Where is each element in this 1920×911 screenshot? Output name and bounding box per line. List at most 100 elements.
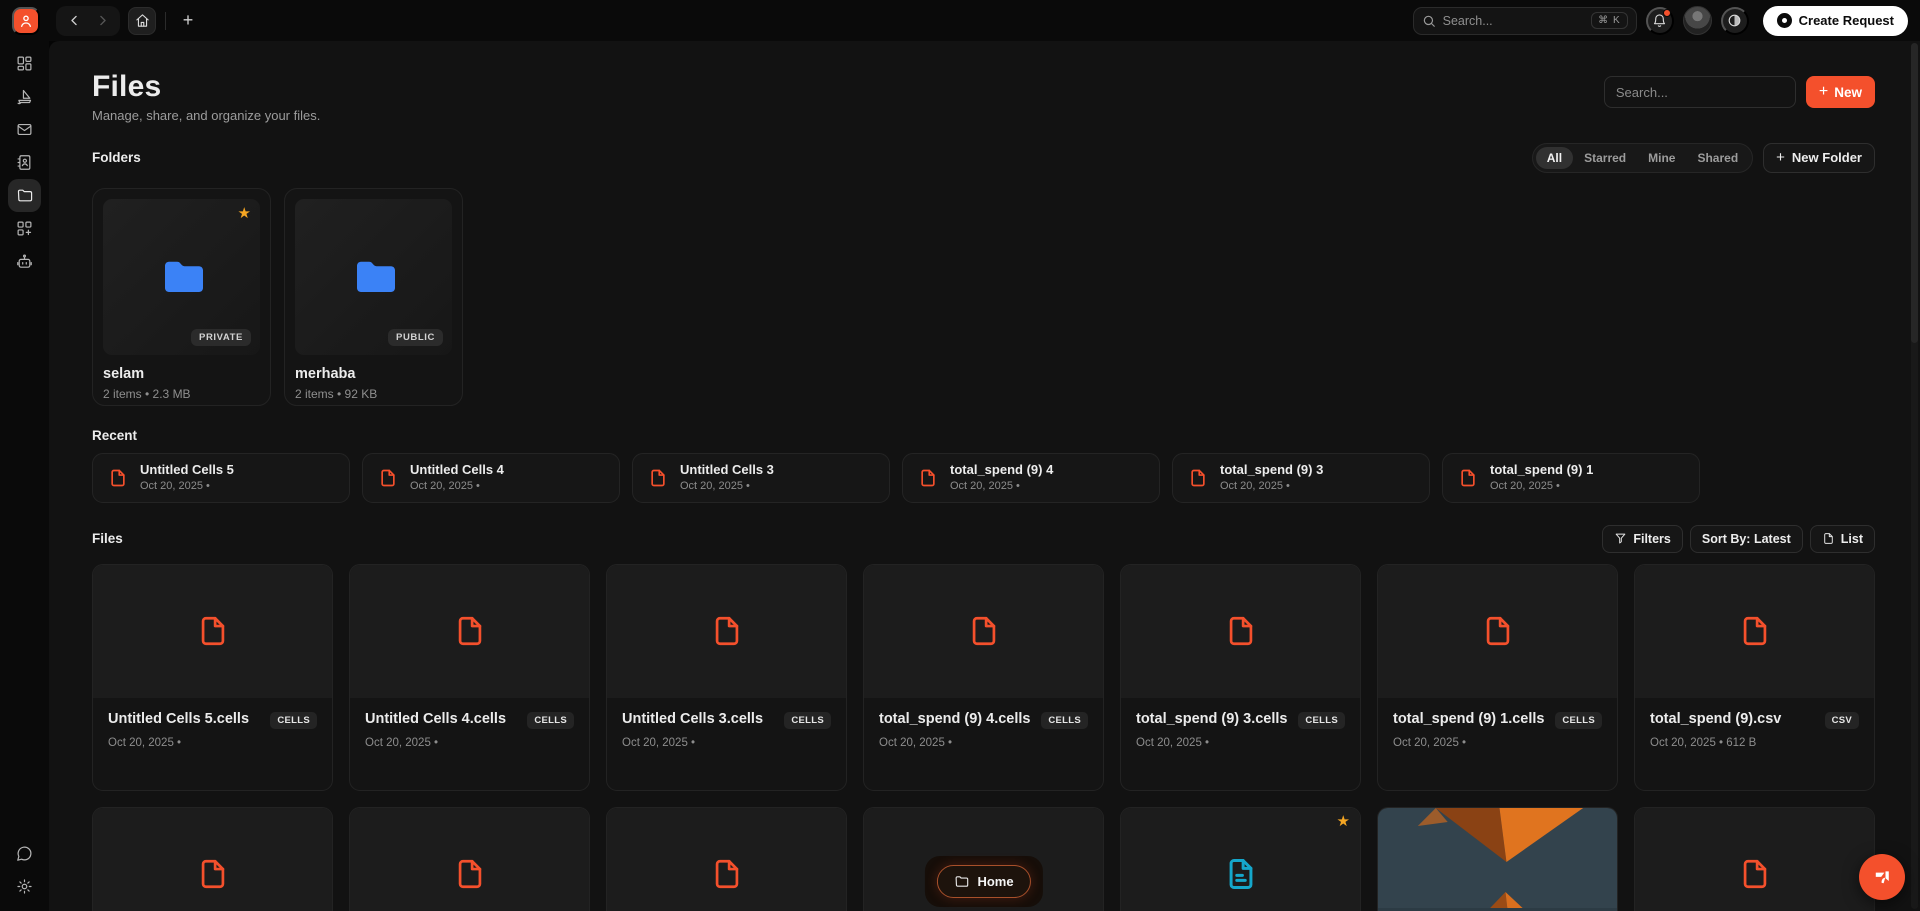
global-search[interactable]: ⌘ K <box>1412 6 1637 35</box>
recent-item[interactable]: total_spend (9) 3 Oct 20, 2025 • <box>1172 452 1430 503</box>
global-search-input[interactable] <box>1442 13 1585 28</box>
file-title: Untitled Cells 3.cells <box>622 710 764 727</box>
star-icon[interactable]: ★ <box>238 206 251 221</box>
file-type-badge: CELLS <box>270 711 317 729</box>
filter-starred[interactable]: Starred <box>1573 147 1637 169</box>
filter-all[interactable]: All <box>1535 146 1574 169</box>
shortcut-badge: ⌘ K <box>1591 12 1628 29</box>
file-card[interactable] <box>606 806 847 911</box>
create-request-label: Create Request <box>1798 13 1894 28</box>
history-nav <box>56 5 120 36</box>
filter-shared[interactable]: Shared <box>1686 147 1749 169</box>
theme-toggle-button[interactable] <box>1720 6 1749 35</box>
file-thumbnail <box>1635 564 1874 698</box>
file-icon <box>648 468 668 488</box>
recent-item[interactable]: Untitled Cells 5 Oct 20, 2025 • <box>92 452 350 503</box>
visibility-badge: PRIVATE <box>191 328 251 346</box>
recent-item-date: Oct 20, 2025 • <box>680 480 750 493</box>
file-card-starred[interactable]: ★ <box>1120 806 1361 911</box>
file-thumbnail <box>1121 564 1360 698</box>
sidebar-item-assistant[interactable] <box>8 245 41 278</box>
star-icon[interactable]: ★ <box>1337 814 1350 829</box>
sidebar-item-dashboard[interactable] <box>8 47 41 80</box>
plus-icon: + <box>182 10 194 30</box>
sidebar-item-settings[interactable] <box>8 870 41 903</box>
sort-button[interactable]: Sort By: Latest <box>1689 524 1803 553</box>
home-tab-button[interactable] <box>128 6 156 35</box>
new-button[interactable]: + New <box>1805 76 1875 108</box>
file-card[interactable]: total_spend (9) 1.cells CELLS Oct 20, 2025… <box>1377 563 1618 791</box>
mail-icon <box>16 121 33 138</box>
file-card[interactable] <box>1634 806 1875 911</box>
user-icon <box>18 13 34 29</box>
recent-item-date: Oct 20, 2025 • <box>1490 480 1560 493</box>
file-card[interactable] <box>349 806 590 911</box>
file-card[interactable]: Untitled Cells 3.cells CELLS Oct 20, 2025 … <box>606 563 847 791</box>
brand-logo-icon <box>1871 866 1893 888</box>
folder-meta: 2 items • 2.3 MB <box>103 386 191 401</box>
file-date: Oct 20, 2025 • <box>1393 736 1467 749</box>
file-thumbnail <box>1121 807 1360 911</box>
folder-thumbnail: ★ PRIVATE <box>103 198 260 355</box>
file-icon <box>1738 857 1772 891</box>
sidebar-item-mail[interactable] <box>8 113 41 146</box>
file-type-badge: CELLS <box>527 711 574 729</box>
file-icon <box>196 614 230 648</box>
file-title: total_spend (9) 4.cells <box>879 710 1031 727</box>
files-search[interactable] <box>1603 76 1796 108</box>
file-thumbnail <box>350 807 589 911</box>
image-thumbnail <box>1378 807 1617 911</box>
scrollbar[interactable] <box>1911 43 1918 909</box>
file-card[interactable] <box>92 806 333 911</box>
file-card[interactable]: total_spend (9).csv CSV Oct 20, 2025 • 612… <box>1634 563 1875 791</box>
file-icon <box>108 468 128 488</box>
file-card[interactable]: Untitled Cells 4.cells CELLS Oct 20, 2025 … <box>349 563 590 791</box>
back-button[interactable] <box>60 8 88 34</box>
dashboard-grid-icon <box>16 55 33 72</box>
file-icon <box>196 857 230 891</box>
forward-button[interactable] <box>88 8 116 34</box>
file-thumbnail <box>93 564 332 698</box>
filters-button[interactable]: Filters <box>1602 524 1683 553</box>
assistant-fab-button[interactable] <box>1859 854 1905 900</box>
new-folder-button[interactable]: + New Folder <box>1763 142 1875 173</box>
new-folder-label: New Folder <box>1791 150 1862 165</box>
recent-item-title: Untitled Cells 5 <box>140 461 234 477</box>
file-type-badge: CELLS <box>1555 711 1602 729</box>
recent-item-date: Oct 20, 2025 • <box>140 480 210 493</box>
user-avatar[interactable] <box>1682 6 1712 35</box>
sidebar-item-apps[interactable] <box>8 212 41 245</box>
home-breadcrumb-button[interactable]: Home <box>936 864 1031 898</box>
recent-item[interactable]: Untitled Cells 3 Oct 20, 2025 • <box>632 452 890 503</box>
folder-thumbnail: PUBLIC <box>295 198 452 355</box>
file-card[interactable]: Untitled Cells 5.cells CELLS Oct 20, 2025 … <box>92 563 333 791</box>
sidebar-item-files[interactable] <box>8 179 41 212</box>
notifications-button[interactable] <box>1645 6 1674 35</box>
folder-icon <box>953 874 968 889</box>
sidebar-item-chat[interactable] <box>8 837 41 870</box>
image-file-card[interactable] <box>1377 806 1618 911</box>
file-card[interactable]: total_spend (9) 3.cells CELLS Oct 20, 2025… <box>1120 563 1361 791</box>
sidebar-item-ships[interactable] <box>8 80 41 113</box>
sidebar-item-contacts[interactable] <box>8 146 41 179</box>
files-section-title: Files <box>92 531 123 546</box>
recent-item[interactable]: total_spend (9) 1 Oct 20, 2025 • <box>1442 452 1700 503</box>
workspace-user-button[interactable] <box>12 6 40 35</box>
sort-label: Sort By: Latest <box>1701 531 1791 546</box>
recent-item[interactable]: Untitled Cells 4 Oct 20, 2025 • <box>362 452 620 503</box>
file-card[interactable]: total_spend (9) 4.cells CELLS Oct 20, 2025… <box>863 563 1104 791</box>
folder-card-selam[interactable]: ★ PRIVATE selam 2 items • 2.3 MB <box>92 187 271 406</box>
files-search-input[interactable] <box>1615 84 1784 100</box>
sailboat-icon <box>16 88 33 105</box>
file-card-home-target[interactable]: Home <box>863 806 1104 911</box>
home-icon <box>135 13 150 28</box>
contact-book-icon <box>16 154 33 171</box>
list-view-button[interactable]: List <box>1809 524 1875 553</box>
new-tab-button[interactable]: + <box>175 8 201 34</box>
filter-mine[interactable]: Mine <box>1637 147 1686 169</box>
create-request-button[interactable]: Create Request <box>1762 5 1908 36</box>
recent-item[interactable]: total_spend (9) 4 Oct 20, 2025 • <box>902 452 1160 503</box>
file-type-badge: CSV <box>1824 711 1859 729</box>
folder-card-merhaba[interactable]: PUBLIC merhaba 2 items • 92 KB <box>284 187 463 406</box>
top-bar: + ⌘ K Create Request <box>0 0 1920 41</box>
